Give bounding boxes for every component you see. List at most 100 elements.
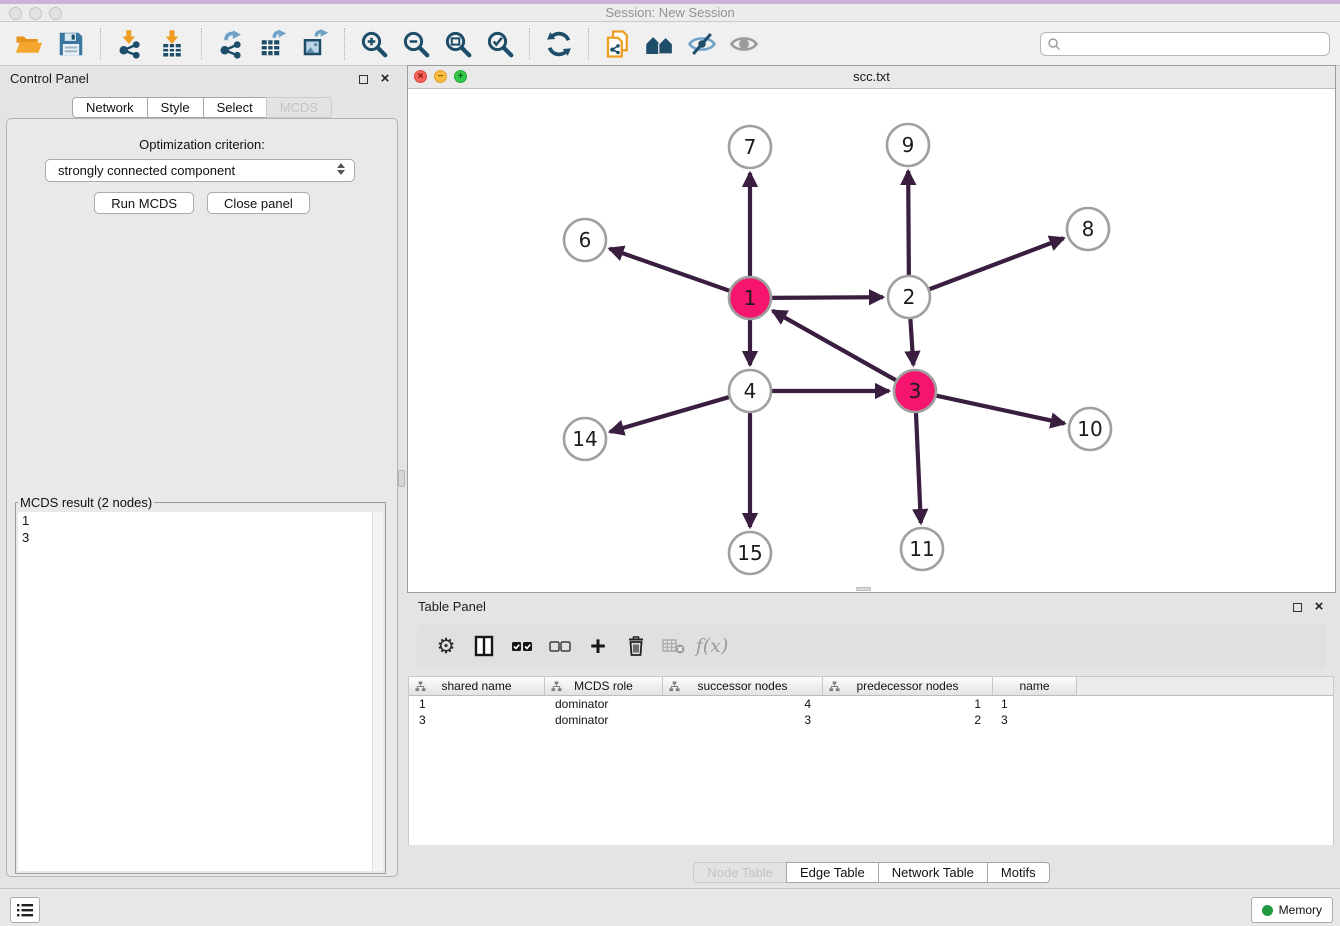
table-row[interactable]: 3 dominator 3 2 3	[409, 712, 1333, 728]
graph-edge-1-6[interactable]	[610, 249, 733, 292]
tab-motifs[interactable]: Motifs	[987, 862, 1050, 883]
zoom-fit-icon[interactable]	[442, 27, 474, 61]
cell-successor-nodes[interactable]: 3	[663, 713, 823, 727]
column-header-successor-nodes[interactable]: successor nodes	[663, 677, 823, 696]
cell-name[interactable]: 1	[993, 697, 1077, 711]
tab-edge-table[interactable]: Edge Table	[786, 862, 879, 883]
panel-splitter-handle[interactable]	[398, 470, 405, 487]
table-panel: Table Panel × ⚙ +	[407, 595, 1336, 886]
refresh-view-icon[interactable]	[543, 27, 575, 61]
tab-node-table[interactable]: Node Table	[693, 862, 787, 883]
table-header-row: shared name MCDS role successor nodes	[409, 677, 1333, 696]
cell-mcds-role[interactable]: dominator	[545, 697, 663, 711]
zoom-selected-icon[interactable]	[484, 27, 516, 61]
column-header-name[interactable]: name	[993, 677, 1077, 696]
export-image-icon[interactable]	[299, 27, 331, 61]
graph-node-label-6: 6	[579, 228, 592, 252]
toolbar-separator	[201, 28, 202, 60]
tab-network[interactable]: Network	[72, 97, 148, 118]
tab-network-table[interactable]: Network Table	[878, 862, 988, 883]
graph-edge-2-8[interactable]	[927, 238, 1064, 290]
table-settings-icon[interactable]: ⚙	[431, 631, 461, 661]
network-canvas[interactable]: 7968124314101511	[408, 89, 1335, 592]
graph-node-label-10: 10	[1077, 417, 1102, 441]
export-table-icon[interactable]	[257, 27, 289, 61]
float-panel-icon[interactable]	[356, 72, 370, 86]
show-all-networks-icon[interactable]	[644, 27, 676, 61]
cell-predecessor-nodes[interactable]: 2	[823, 713, 993, 727]
table-header-filler	[1077, 677, 1333, 696]
graph-edge-3-10[interactable]	[934, 395, 1065, 423]
save-session-icon[interactable]	[55, 27, 87, 61]
function-builder-icon[interactable]: f(x)	[697, 631, 727, 661]
optimization-criterion-label: Optimization criterion:	[7, 137, 397, 152]
network-window-titlebar[interactable]: × − + scc.txt	[408, 66, 1335, 89]
float-table-panel-icon[interactable]	[1290, 600, 1304, 614]
tab-style[interactable]: Style	[147, 97, 204, 118]
graph-edge-3-11[interactable]	[916, 410, 921, 523]
mcds-result-title: MCDS result (2 nodes)	[18, 495, 154, 510]
control-panel-tabs: Network Style Select MCDS	[0, 97, 404, 118]
hide-selected-icon[interactable]	[686, 27, 718, 61]
main-toolbar	[0, 22, 1340, 66]
result-line: 3	[18, 529, 383, 546]
cell-mcds-role[interactable]: dominator	[545, 713, 663, 727]
network-table-splitter-handle[interactable]	[856, 587, 871, 591]
task-history-button[interactable]	[10, 897, 40, 923]
close-table-panel-icon[interactable]: ×	[1312, 600, 1326, 614]
tab-select[interactable]: Select	[203, 97, 267, 118]
session-title: Session: New Session	[0, 4, 1340, 22]
clone-network-icon[interactable]	[602, 27, 634, 61]
select-all-columns-icon[interactable]	[507, 631, 537, 661]
app-titlebar: Session: New Session	[0, 0, 1340, 22]
column-label: predecessor nodes	[856, 679, 958, 693]
graph-edge-3-1[interactable]	[773, 311, 899, 382]
network-view-window: × − + scc.txt 7968124314101511	[407, 65, 1336, 593]
close-panel-button[interactable]: Close panel	[207, 192, 310, 214]
export-network-icon[interactable]	[215, 27, 247, 61]
result-scrollbar[interactable]	[372, 512, 383, 871]
search-field[interactable]	[1040, 32, 1330, 56]
graph-node-label-14: 14	[572, 427, 597, 451]
graph-edge-2-3[interactable]	[910, 316, 913, 365]
memory-button[interactable]: Memory	[1251, 897, 1333, 923]
tab-mcds[interactable]: MCDS	[266, 97, 332, 118]
show-column-icon[interactable]	[469, 631, 499, 661]
graph-node-label-7: 7	[744, 135, 757, 159]
column-header-mcds-role[interactable]: MCDS role	[545, 677, 663, 696]
import-table-icon[interactable]	[156, 27, 188, 61]
criterion-value: strongly connected component	[58, 163, 235, 178]
import-network-icon[interactable]	[114, 27, 146, 61]
column-header-predecessor-nodes[interactable]: predecessor nodes	[823, 677, 993, 696]
criterion-select[interactable]: strongly connected component	[45, 159, 355, 182]
select-stepper-icon	[337, 163, 345, 175]
zoom-in-icon[interactable]	[358, 27, 390, 61]
zoom-out-icon[interactable]	[400, 27, 432, 61]
mcds-panel: Optimization criterion: strongly connect…	[6, 118, 398, 877]
cell-predecessor-nodes[interactable]: 1	[823, 697, 993, 711]
unselect-all-columns-icon[interactable]	[545, 631, 575, 661]
mcds-result-list[interactable]: 1 3	[18, 512, 383, 871]
column-header-shared-name[interactable]: shared name	[409, 677, 545, 696]
graph-edge-2-9[interactable]	[908, 171, 909, 278]
graph-node-label-8: 8	[1082, 217, 1095, 241]
delete-columns-icon[interactable]	[621, 631, 651, 661]
delete-table-icon[interactable]	[659, 631, 689, 661]
graph-node-label-9: 9	[902, 133, 915, 157]
graph-edge-1-2[interactable]	[769, 297, 883, 298]
open-session-icon[interactable]	[13, 27, 45, 61]
search-input[interactable]	[1061, 37, 1323, 52]
graph-node-label-2: 2	[903, 285, 916, 309]
close-panel-icon[interactable]: ×	[378, 72, 392, 86]
show-hidden-icon[interactable]	[728, 27, 760, 61]
graph-node-label-1: 1	[744, 286, 757, 310]
add-column-icon[interactable]: +	[583, 631, 613, 661]
table-row[interactable]: 1 dominator 4 1 1	[409, 696, 1333, 712]
graph-edge-4-14[interactable]	[610, 396, 732, 431]
table-toolbar: ⚙ +	[417, 624, 1326, 668]
cell-shared-name[interactable]: 3	[409, 713, 545, 727]
cell-name[interactable]: 3	[993, 713, 1077, 727]
cell-successor-nodes[interactable]: 4	[663, 697, 823, 711]
cell-shared-name[interactable]: 1	[409, 697, 545, 711]
run-mcds-button[interactable]: Run MCDS	[94, 192, 194, 214]
